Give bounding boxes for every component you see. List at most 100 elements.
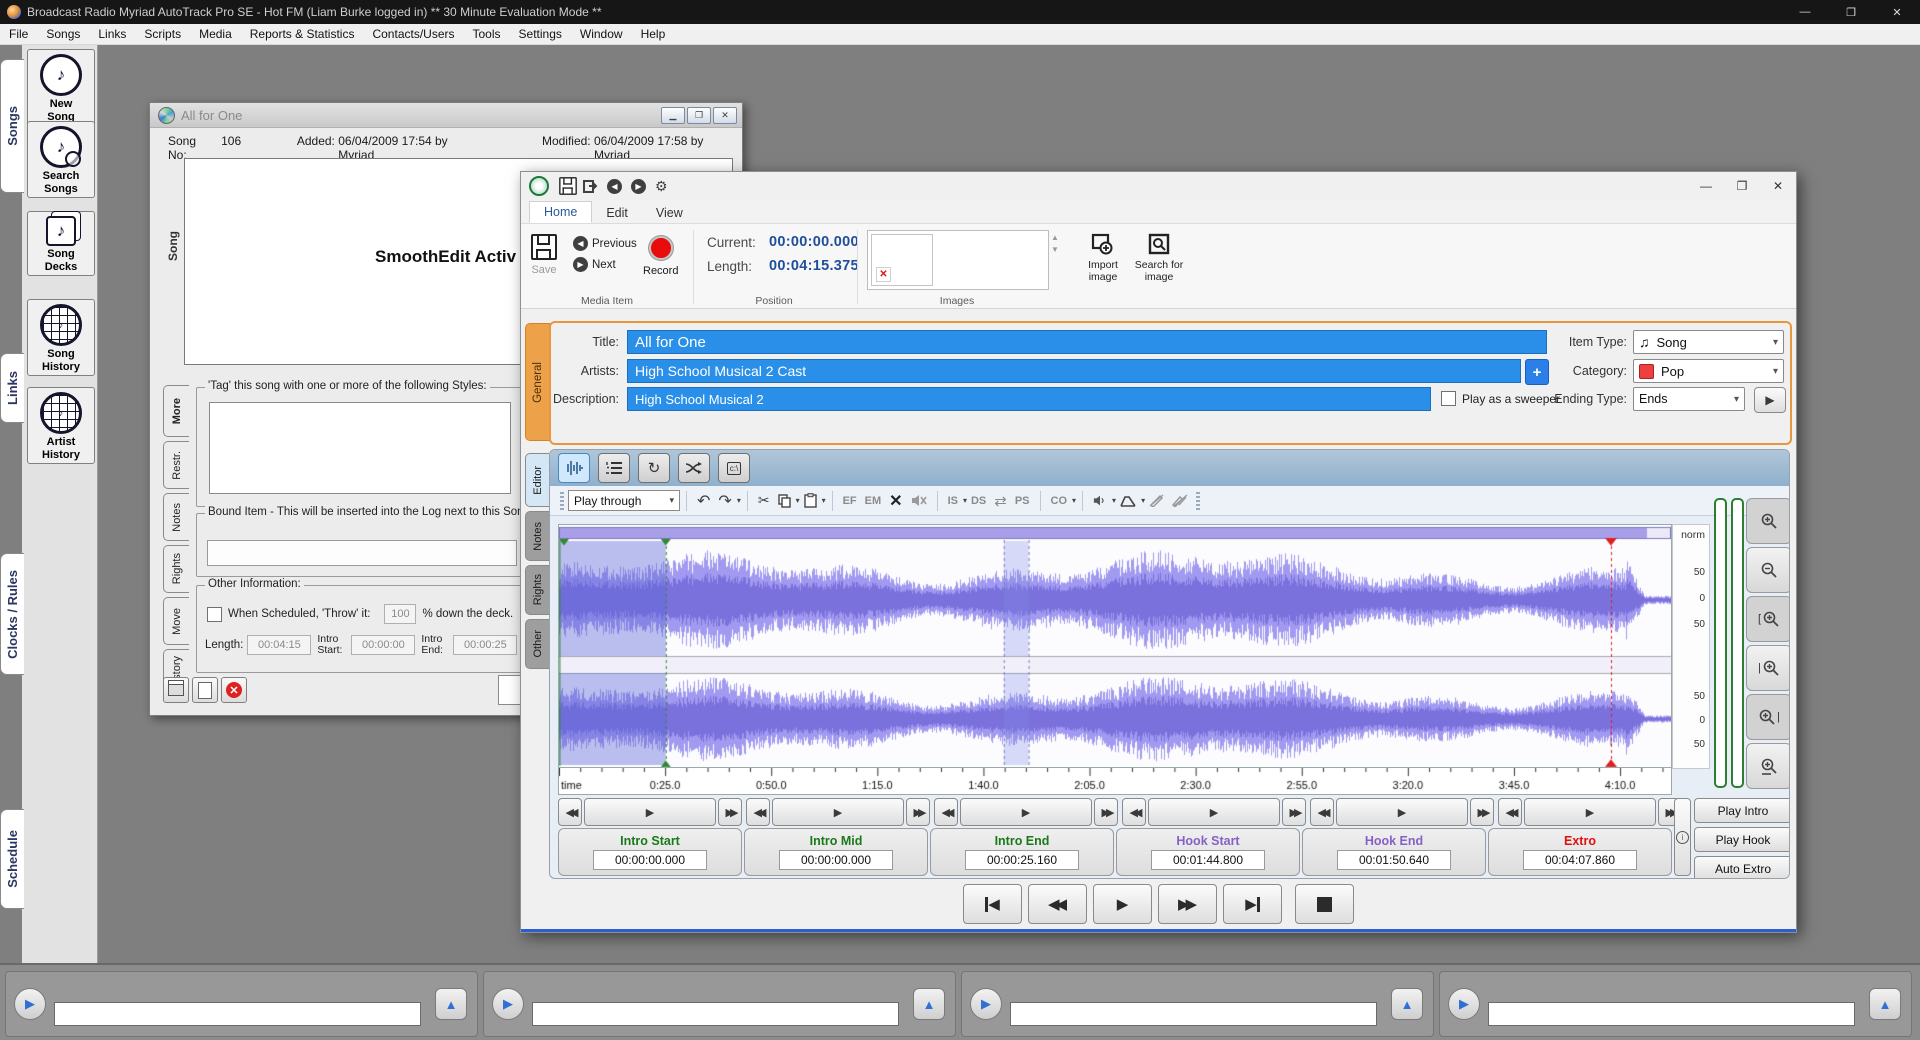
- intro-start-field[interactable]: 00:00:00: [351, 635, 415, 655]
- fast-forward-button[interactable]: ▶▶: [1158, 884, 1217, 924]
- ribbon-save-button[interactable]: Save: [531, 234, 557, 276]
- cue-play-button[interactable]: ▶: [772, 798, 904, 826]
- paste-options-icon[interactable]: ▾: [822, 496, 826, 505]
- sidebar-section-schedule[interactable]: Schedule: [0, 809, 24, 909]
- editor-tab-notes[interactable]: Notes: [525, 511, 549, 561]
- back-icon[interactable]: ◀: [607, 179, 622, 194]
- cue-time-field[interactable]: 00:00:25.160: [965, 850, 1079, 870]
- envelope-icon[interactable]: [1120, 495, 1136, 507]
- new-page-button[interactable]: [192, 677, 218, 703]
- code-ps-button[interactable]: PS: [1015, 495, 1030, 507]
- ending-play-button[interactable]: ▶: [1754, 387, 1786, 413]
- cart-play-button[interactable]: ▶: [1448, 988, 1480, 1020]
- view-list-button[interactable]: [598, 453, 630, 483]
- zoom-left-edge-button[interactable]: |: [1746, 645, 1790, 691]
- record-button[interactable]: Record: [643, 236, 678, 277]
- smoothedit-close-button[interactable]: ✕: [1760, 172, 1796, 200]
- ending-type-dropdown[interactable]: Ends▾: [1633, 387, 1745, 411]
- add-artist-button[interactable]: +: [1525, 359, 1549, 385]
- cue-time-field[interactable]: 00:01:50.640: [1337, 850, 1451, 870]
- play-hook-button[interactable]: Play Hook: [1694, 827, 1790, 852]
- copy-icon[interactable]: [778, 494, 791, 508]
- song-tab-restr[interactable]: Restr.: [163, 441, 189, 489]
- menu-links[interactable]: Links: [89, 27, 135, 41]
- sidebar-section-clocks-rules[interactable]: Clocks / Rules: [0, 553, 24, 675]
- code-em-button[interactable]: EM: [865, 495, 882, 507]
- cue-time-field[interactable]: 00:04:07.860: [1523, 850, 1637, 870]
- minimize-button[interactable]: —: [1782, 0, 1828, 24]
- images-scroll[interactable]: ▲▼: [1051, 232, 1059, 256]
- zoom-in-button[interactable]: [1746, 498, 1790, 544]
- menu-media[interactable]: Media: [190, 27, 241, 41]
- pen-disabled-icon[interactable]: [1149, 494, 1164, 507]
- cue-play-button[interactable]: ▶: [960, 798, 1092, 826]
- sweeper-checkbox-row[interactable]: Play as a sweeper: [1441, 391, 1560, 406]
- song-window-close-button[interactable]: ✕: [713, 107, 737, 124]
- menu-window[interactable]: Window: [571, 27, 632, 41]
- tab-general[interactable]: General: [525, 323, 550, 441]
- menu-reports-statistics[interactable]: Reports & Statistics: [241, 27, 364, 41]
- menu-contacts-users[interactable]: Contacts/Users: [363, 27, 463, 41]
- cue-rewind-button[interactable]: ◀◀: [934, 798, 958, 826]
- song-tab-more[interactable]: More: [163, 385, 189, 437]
- artists-field[interactable]: High School Musical 2 Cast: [627, 359, 1521, 383]
- next-button[interactable]: ▶ Next: [573, 257, 637, 272]
- sidebar-button-new-song[interactable]: ♪NewSong: [27, 49, 95, 126]
- ribbon-tab-edit[interactable]: Edit: [592, 203, 642, 223]
- images-box[interactable]: ✕: [867, 230, 1049, 290]
- sidebar-button-song-history[interactable]: ♪SongHistory: [27, 299, 95, 376]
- song-tab-move[interactable]: Move: [163, 597, 189, 645]
- throw-value-field[interactable]: 100: [384, 604, 416, 624]
- play-mode-combo[interactable]: Play through▾: [568, 490, 680, 511]
- cue-forward-button[interactable]: ▶▶: [1094, 798, 1118, 826]
- import-image-button[interactable]: Import image: [1077, 232, 1129, 283]
- sidebar-button-artist-history[interactable]: ♪ArtistHistory: [27, 387, 95, 464]
- sidebar-section-links[interactable]: Links: [0, 353, 24, 423]
- cart-play-button[interactable]: ▶: [970, 988, 1002, 1020]
- editor-tab-editor[interactable]: Editor: [525, 453, 549, 507]
- rewind-button[interactable]: ◀◀: [1028, 884, 1087, 924]
- speaker-icon[interactable]: [1093, 494, 1107, 507]
- maximize-button[interactable]: ❐: [1828, 0, 1874, 24]
- song-tab-rights[interactable]: Rights: [163, 545, 189, 593]
- code-ds-button[interactable]: DS: [971, 495, 986, 507]
- cart-play-button[interactable]: ▶: [14, 988, 46, 1020]
- zoom-fit-button[interactable]: [1746, 743, 1790, 789]
- sweeper-checkbox[interactable]: [1441, 391, 1456, 406]
- code-ef-button[interactable]: EF: [843, 495, 857, 507]
- cue-forward-button[interactable]: ▶▶: [1282, 798, 1306, 826]
- cue-info-button[interactable]: i: [1674, 798, 1691, 876]
- cart-eject-button[interactable]: ▲: [1391, 988, 1423, 1020]
- smoothedit-maximize-button[interactable]: ❐: [1724, 172, 1760, 200]
- auto-extro-button[interactable]: Auto Extro: [1694, 856, 1790, 879]
- cue-rewind-button[interactable]: ◀◀: [1310, 798, 1334, 826]
- cue-time-field[interactable]: 00:00:00.000: [593, 850, 707, 870]
- cue-play-button[interactable]: ▶: [584, 798, 716, 826]
- song-tab-notes[interactable]: Notes: [163, 493, 189, 541]
- styles-listbox[interactable]: [209, 402, 511, 494]
- menu-tools[interactable]: Tools: [464, 27, 510, 41]
- cue-forward-button[interactable]: ▶▶: [1470, 798, 1494, 826]
- ribbon-tab-home[interactable]: Home: [529, 201, 592, 223]
- delete-x-icon[interactable]: ✕: [889, 491, 902, 511]
- sidebar-button-song-decks[interactable]: ♪SongDecks: [27, 211, 95, 276]
- zoom-selection-start-button[interactable]: [: [1746, 596, 1790, 642]
- bound-item-field[interactable]: [207, 540, 517, 566]
- scroll-down-icon[interactable]: ▼: [1051, 244, 1059, 256]
- song-window-titlebar[interactable]: All for One ▁ ❐ ✕: [150, 103, 742, 128]
- menu-help[interactable]: Help: [632, 27, 675, 41]
- smoothedit-titlebar[interactable]: ◀ ▶ ⚙ — ❐ ✕: [521, 172, 1796, 200]
- item-type-dropdown[interactable]: ♫ Song▾: [1633, 330, 1784, 354]
- smoothedit-minimize-button[interactable]: —: [1688, 172, 1724, 200]
- redo-icon[interactable]: ↷: [718, 491, 731, 511]
- song-window-minimize-button[interactable]: ▁: [661, 107, 685, 124]
- cue-time-field[interactable]: 00:01:44.800: [1151, 850, 1265, 870]
- editor-tab-other[interactable]: Other: [525, 619, 549, 669]
- zoom-out-button[interactable]: [1746, 547, 1790, 593]
- length-field[interactable]: 00:04:15: [247, 635, 311, 655]
- previous-button[interactable]: ◀ Previous: [573, 236, 637, 251]
- cue-forward-button[interactable]: ▶▶: [906, 798, 930, 826]
- ribbon-tab-view[interactable]: View: [642, 203, 697, 223]
- code-is-button[interactable]: IS: [948, 495, 958, 507]
- waveform-display[interactable]: [558, 524, 1672, 769]
